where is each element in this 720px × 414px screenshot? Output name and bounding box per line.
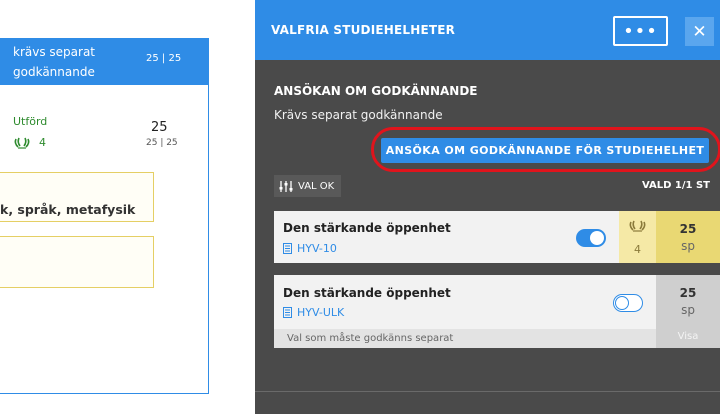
course-row[interactable]: Den stärkande öppenhet HYV-10 4 25 sp	[274, 211, 720, 263]
course-select-toggle[interactable]	[576, 229, 606, 247]
background-card-header[interactable]: krävs separat godkännande 25 | 25	[0, 38, 209, 85]
course-select-toggle[interactable]	[613, 294, 643, 312]
course-footer-note: Val som måste godkänns separat	[274, 329, 656, 348]
course-name: Den stärkande öppenhet	[283, 221, 451, 235]
section-subtitle: Krävs separat godkännande	[274, 108, 443, 122]
credits-cell: 25 sp Visa	[656, 275, 720, 348]
course-code-link[interactable]: HYV-10	[283, 242, 337, 255]
credits-cell: 25 sp	[656, 211, 720, 263]
sliders-icon	[279, 180, 293, 192]
toggle-knob	[590, 231, 604, 245]
section-title: ANSÖKAN OM GODKÄNNANDE	[274, 84, 478, 98]
dialog-title: VALFRIA STUDIEHELHETER	[271, 23, 456, 37]
background-box-2[interactable]	[0, 236, 154, 288]
page: krävs separat godkännande 25 | 25 Utförd…	[0, 0, 720, 414]
course-row[interactable]: Den stärkande öppenhet HYV-ULK Val som m…	[274, 275, 720, 348]
dialog-header: VALFRIA STUDIEHELHETER ••• ✕	[255, 0, 720, 60]
apply-approval-button[interactable]: ANSÖKA OM GODKÄNNANDE FÖR STUDIEHELHET	[381, 138, 709, 163]
show-button[interactable]: Visa	[656, 331, 720, 342]
close-button[interactable]: ✕	[685, 17, 714, 46]
document-icon	[283, 307, 292, 318]
studiehelheter-dialog: VALFRIA STUDIEHELHETER ••• ✕ ANSÖKAN OM …	[255, 0, 720, 414]
background-card-count: 25 | 25	[146, 53, 182, 64]
background-box-1[interactable]: k, språk, metafysik	[0, 172, 154, 222]
background-card-title: krävs separat godkännande	[13, 45, 96, 79]
val-ok-filter[interactable]: VAL OK	[274, 175, 342, 197]
course-code: HYV-10	[297, 242, 337, 255]
laurel-icon	[629, 220, 646, 232]
grade-level: 4	[634, 243, 641, 256]
status-label: Utförd	[13, 115, 48, 128]
course-code-link[interactable]: HYV-ULK	[283, 306, 344, 319]
background-box-1-text: k, språk, metafysik	[0, 202, 136, 217]
more-icon: •••	[623, 20, 658, 42]
credits-small: 25 | 25	[146, 138, 178, 148]
document-icon	[283, 243, 292, 254]
val-ok-label: VAL OK	[298, 180, 335, 192]
status-level-value: 4	[39, 136, 46, 149]
more-options-button[interactable]: •••	[613, 16, 668, 46]
selected-count: VALD 1/1 ST	[641, 180, 710, 191]
toggle-knob	[615, 296, 629, 310]
course-code: HYV-ULK	[297, 306, 345, 319]
laurel-icon	[14, 137, 30, 149]
credits-unit: sp	[681, 303, 695, 317]
course-name: Den stärkande öppenhet	[283, 286, 451, 300]
credits-big: 25	[151, 120, 168, 135]
credits-value: 25	[679, 222, 697, 236]
close-icon: ✕	[692, 21, 707, 42]
credits-value: 25	[679, 286, 697, 300]
status-level: 4	[13, 136, 46, 149]
credits-unit: sp	[681, 239, 695, 253]
divider	[255, 391, 720, 392]
grade-cell: 4	[619, 211, 656, 263]
